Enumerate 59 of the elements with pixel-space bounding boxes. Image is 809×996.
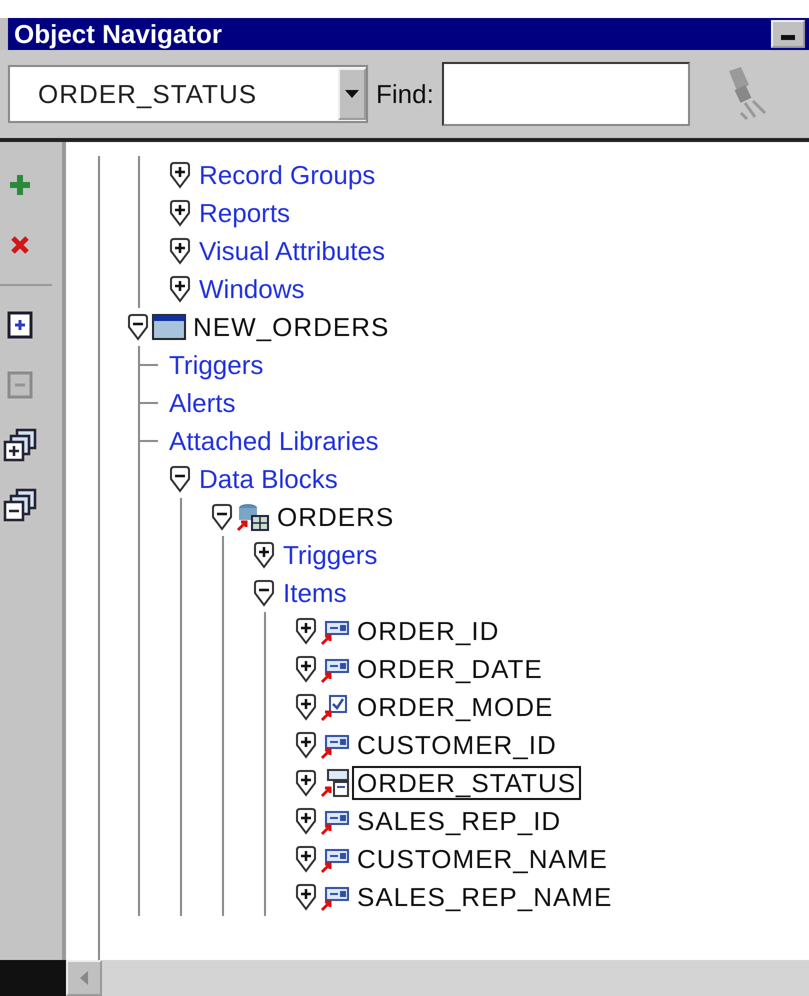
expand-icon[interactable] [252,541,276,569]
tree-category[interactable]: Record Groups [194,158,380,192]
window-icon [152,313,186,341]
tree-category[interactable]: Items [278,576,352,610]
list-item-icon [320,768,350,798]
expand-icon[interactable] [294,845,318,873]
expand-icon[interactable] [168,237,192,265]
expand-icon[interactable] [294,883,318,911]
expand-icon[interactable] [294,655,318,683]
expand-all-icon [3,428,37,462]
tree-node[interactable]: ORDERS [272,500,400,534]
expand-icon[interactable] [294,769,318,797]
tree-node[interactable]: ORDER_MODE [352,690,558,724]
tree-category[interactable]: Triggers [164,348,268,382]
horizontal-scrollbar[interactable] [0,960,809,996]
tree-category[interactable]: Data Blocks [194,462,343,496]
tree-node[interactable]: SALES_REP_ID [352,804,566,838]
tree-node[interactable]: CUSTOMER_NAME [352,842,613,876]
tree-node[interactable]: ORDER_ID [352,614,504,648]
tree-category[interactable]: Visual Attributes [194,234,390,268]
window-title: Object Navigator [13,18,222,50]
tree-category[interactable]: Windows [194,272,310,306]
data-block-icon [236,502,270,532]
expand-icon[interactable] [168,199,192,227]
tree-node[interactable]: SALES_REP_NAME [352,880,618,914]
expand-icon[interactable] [294,807,318,835]
collapse-icon [7,370,33,400]
tree-category[interactable]: Triggers [278,538,382,572]
left-arrow-icon [80,971,88,985]
corner-block [0,960,66,996]
tree-category[interactable]: Attached Libraries [164,424,384,458]
delete-icon [10,235,30,255]
tree-node[interactable]: ORDER_STATUS [352,766,582,800]
tree-node[interactable]: CUSTOMER_ID [352,728,562,762]
expand-icon[interactable] [168,161,192,189]
expand-icon [7,310,33,340]
tree-category[interactable]: Reports [194,196,296,230]
tree-category[interactable]: Alerts [164,386,240,420]
plus-icon [9,174,31,196]
dropdown-button[interactable] [338,68,366,120]
caret-icon [345,90,359,98]
minimize-icon [781,35,795,41]
find-label: Find: [376,78,434,110]
find-field[interactable] [442,62,690,126]
minimize-button[interactable] [771,20,805,48]
collapse-icon[interactable] [168,465,192,493]
expand-icon[interactable] [294,731,318,759]
tree-node[interactable]: ORDER_DATE [352,652,548,686]
collapse-icon[interactable] [126,313,150,341]
tree-node[interactable]: NEW_ORDERS [188,310,394,344]
checkbox-item-icon [320,692,350,722]
scroll-left-button[interactable] [66,960,102,996]
expand-icon[interactable] [168,275,192,303]
collapse-icon[interactable] [210,503,234,531]
expand-icon[interactable] [294,693,318,721]
expand-icon[interactable] [294,617,318,645]
collapse-all-icon [3,488,37,522]
collapse-icon[interactable] [252,579,276,607]
context-dropdown[interactable]: ORDER_STATUS [8,65,368,123]
